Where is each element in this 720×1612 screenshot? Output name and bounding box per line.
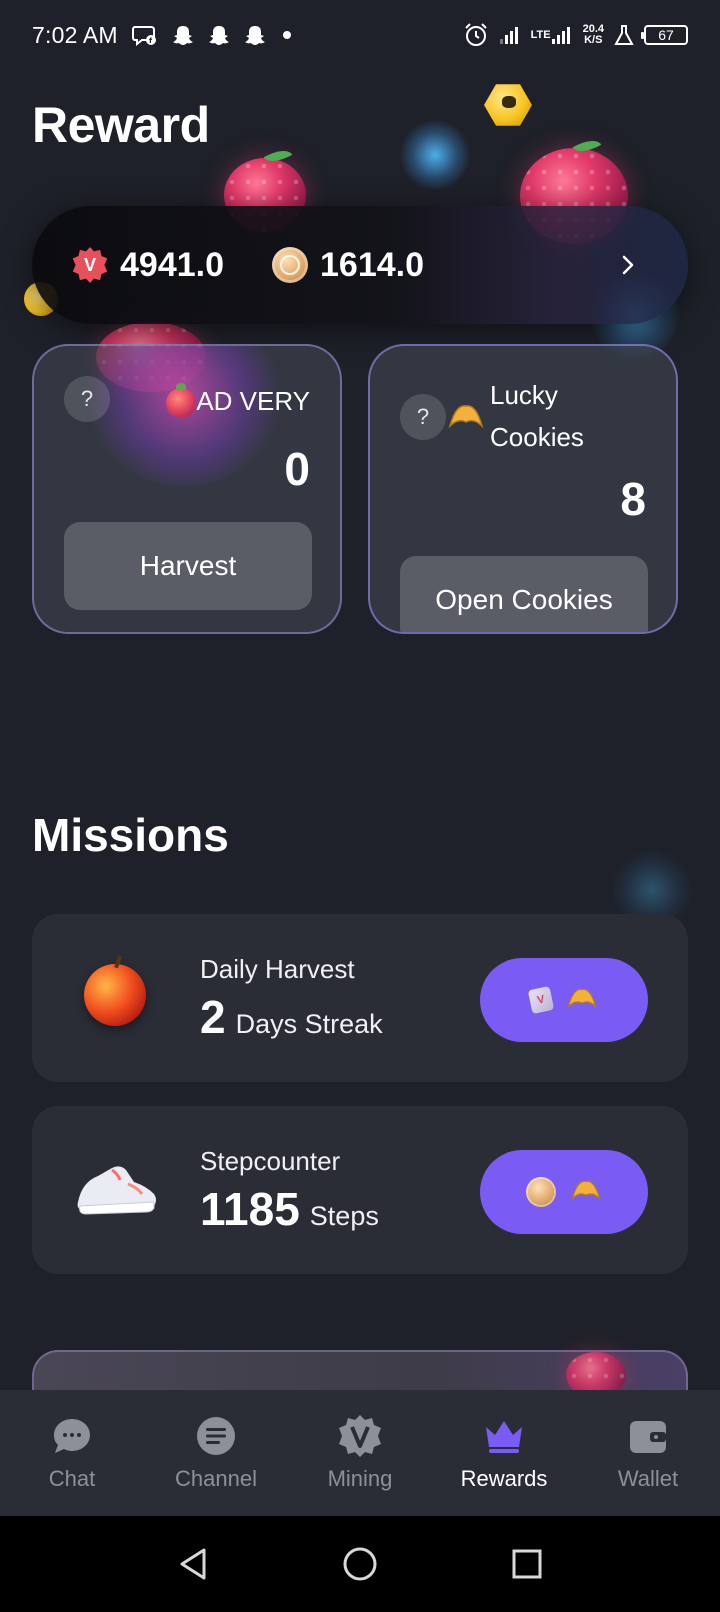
tab-label: Wallet [617, 1466, 679, 1491]
system-nav-bar [0, 1516, 720, 1612]
stepcounter-claim-button[interactable] [480, 1150, 648, 1234]
network-speed: 20.4 K/S [583, 24, 604, 46]
berry-icon [166, 383, 196, 418]
daily-harvest-claim-button[interactable]: V [480, 958, 648, 1042]
cookies-help-button[interactable]: ? [400, 394, 446, 440]
v-badge-icon [338, 1414, 382, 1458]
v-points-value: 4941.0 [120, 245, 224, 284]
lab-icon [614, 24, 634, 46]
snapchat-icon [172, 24, 194, 46]
tab-label: Chat [48, 1466, 96, 1491]
lte-signal-icon: LTE [531, 25, 573, 45]
home-icon[interactable] [336, 1540, 384, 1588]
ad-very-card: ? AD VERY 0 Harvest [32, 344, 342, 634]
network-type: LTE [530, 28, 551, 41]
status-time: 7:02 AM [32, 21, 118, 48]
messenger-icon: f [131, 24, 158, 46]
crown-icon [482, 1414, 526, 1458]
v-points-balance: V 4941.0 [72, 246, 224, 285]
chat-bubble-icon [50, 1414, 94, 1458]
fruit-icon [72, 954, 162, 1044]
lucky-cookies-label-line1: Lucky [490, 380, 558, 410]
sneaker-icon [72, 1146, 162, 1236]
tab-chat[interactable]: Chat [0, 1390, 144, 1516]
fortune-cookie-icon [566, 986, 598, 1015]
coin-icon [526, 1177, 556, 1207]
alarm-icon [463, 22, 489, 48]
speed-unit: K/S [584, 34, 603, 46]
mission-name: Stepcounter [200, 1146, 341, 1176]
coin-value: 1614.0 [320, 245, 424, 284]
missions-title: Missions [32, 809, 229, 861]
v-points-icon: V [72, 247, 108, 283]
tab-wallet[interactable]: Wallet [576, 1390, 720, 1516]
ad-very-label: AD VERY [196, 386, 310, 416]
open-cookies-button[interactable]: Open Cookies [400, 556, 648, 632]
coin-balance: 1614.0 [272, 246, 424, 285]
tab-mining[interactable]: Mining [288, 1390, 432, 1516]
chevron-right-icon[interactable] [608, 245, 648, 285]
reward-screen: 7:02 AM f LTE 20.4 K/S 67 Reward V 4941.… [0, 0, 720, 1612]
mission-stat: 1185 Steps [200, 1182, 379, 1236]
lucky-cookies-label-line2: Cookies [490, 422, 584, 452]
ad-help-button[interactable]: ? [64, 376, 110, 422]
streak-number: 2 [200, 991, 226, 1043]
balance-pill[interactable]: V 4941.0 1614.0 [32, 206, 688, 324]
ad-very-value: 0 [284, 443, 310, 495]
battery-icon: 67 [641, 25, 688, 45]
help-text: ? [416, 404, 430, 429]
snapchat-icon [208, 24, 230, 46]
dot-icon [280, 28, 294, 42]
harvest-button[interactable]: Harvest [64, 522, 312, 610]
channel-icon [194, 1414, 238, 1458]
tab-channel[interactable]: Channel [144, 1390, 288, 1516]
lucky-cookies-card: ? Lucky Cookies 8 Open Cookies [368, 344, 678, 634]
mission-name: Daily Harvest [200, 954, 355, 984]
signal-icon [499, 25, 521, 45]
steps-number: 1185 [200, 1183, 300, 1235]
page-title: Reward [32, 97, 210, 153]
mission-stat: 2 Days Streak [200, 990, 383, 1044]
tab-rewards[interactable]: Rewards [432, 1390, 576, 1516]
steps-unit: Steps [309, 1201, 379, 1231]
bottom-tab-bar: Chat Channel Mining Rewards Wallet [0, 1390, 720, 1516]
battery-level: 67 [658, 27, 674, 43]
snapchat-icon [244, 24, 266, 46]
ticket-icon: V [527, 985, 555, 1015]
fortune-cookie-icon [570, 1178, 602, 1207]
help-text: ? [80, 386, 94, 411]
tab-label: Rewards [460, 1466, 548, 1491]
mission-daily-harvest[interactable]: Daily Harvest 2 Days Streak V [32, 914, 688, 1082]
tab-label: Mining [327, 1466, 393, 1491]
coin-icon [272, 247, 308, 283]
tab-label: Channel [175, 1466, 257, 1491]
wallet-icon [626, 1414, 670, 1458]
fortune-cookie-icon [448, 402, 484, 435]
streak-unit: Days Streak [235, 1009, 383, 1039]
lucky-cookies-value: 8 [620, 473, 646, 525]
recents-icon[interactable] [503, 1540, 551, 1588]
status-bar: 7:02 AM f LTE 20.4 K/S 67 [0, 0, 720, 70]
back-icon[interactable] [169, 1540, 217, 1588]
mission-stepcounter[interactable]: Stepcounter 1185 Steps [32, 1106, 688, 1274]
